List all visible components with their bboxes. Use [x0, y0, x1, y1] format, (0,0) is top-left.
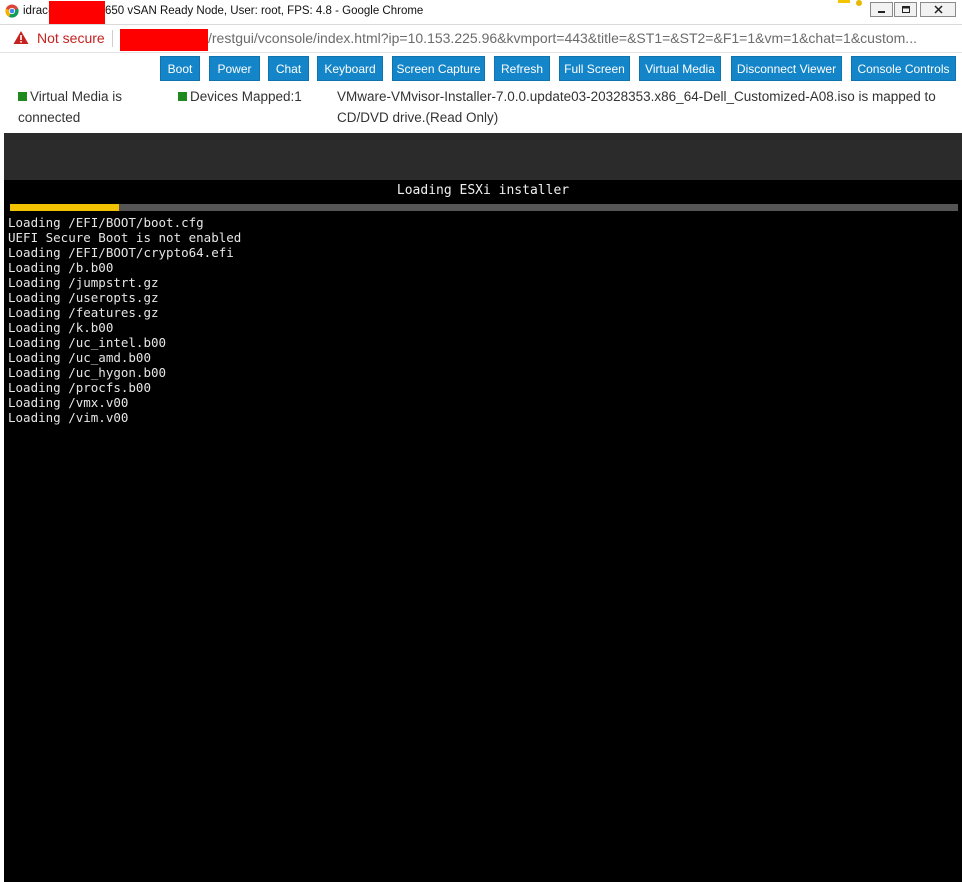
log-line: Loading /EFI/BOOT/boot.cfg: [8, 215, 204, 230]
status-indicator-icon: [18, 92, 27, 101]
console-screen[interactable]: Loading ESXi installer Loading /EFI/BOOT…: [4, 180, 962, 882]
address-bar[interactable]: Not secure /restgui/vconsole/index.html?…: [0, 25, 962, 53]
keyboard-button[interactable]: Keyboard: [317, 56, 383, 81]
console-controls-button[interactable]: Console Controls: [851, 56, 956, 81]
installer-heading: Loading ESXi installer: [396, 183, 570, 198]
window-title: 650 vSAN Ready Node, User: root, FPS: 4.…: [105, 5, 424, 17]
status-row: Virtual Media is connected Devices Mappe…: [0, 84, 962, 132]
log-line: Loading /uc_amd.b00: [8, 350, 151, 365]
power-button[interactable]: Power: [209, 56, 260, 81]
window-titlebar: idrac- 650 vSAN Ready Node, User: root, …: [0, 0, 962, 25]
restore-icon: [901, 6, 910, 13]
log-line: Loading /EFI/BOOT/crypto64.efi: [8, 245, 234, 260]
virtual-media-button[interactable]: Virtual Media: [639, 56, 721, 81]
minimize-button[interactable]: [870, 2, 893, 17]
url-text[interactable]: /restgui/vconsole/index.html?ip=10.153.2…: [208, 30, 917, 46]
virtual-media-status: Virtual Media is connected: [18, 86, 168, 128]
log-line: Loading /b.b00: [8, 260, 114, 275]
redaction-block: [49, 1, 105, 24]
close-button[interactable]: [920, 2, 956, 17]
status-indicator-icon: [178, 92, 187, 101]
log-line: Loading /uc_hygon.b00: [8, 365, 167, 380]
full-screen-button[interactable]: Full Screen: [559, 56, 630, 81]
viewer-toolbar: Boot Power Chat Keyboard Screen Capture …: [0, 56, 962, 84]
devices-mapped-text: Devices Mapped:1: [190, 89, 302, 104]
log-line: Loading /uc_intel.b00: [8, 335, 167, 350]
chrome-logo-icon: [5, 4, 19, 18]
log-line: Loading /jumpstrt.gz: [8, 275, 159, 290]
screen-capture-button[interactable]: Screen Capture: [392, 56, 485, 81]
log-line: Loading /vim.v00: [8, 410, 129, 425]
notification-dot: [856, 0, 862, 6]
log-line: UEFI Secure Boot is not enabled: [8, 230, 242, 245]
boot-log: Loading /EFI/BOOT/boot.cfg UEFI Secure Bo…: [8, 215, 241, 425]
minimize-icon: [878, 11, 885, 13]
log-line: Loading /features.gz: [8, 305, 159, 320]
log-line: Loading /procfs.b00: [8, 380, 151, 395]
refresh-button[interactable]: Refresh: [494, 56, 550, 81]
log-line: Loading /k.b00: [8, 320, 114, 335]
devices-mapped-status: Devices Mapped:1: [178, 86, 328, 107]
restore-button[interactable]: [894, 2, 917, 17]
security-status[interactable]: Not secure: [37, 30, 105, 46]
log-line: Loading /useropts.gz: [8, 290, 159, 305]
virtual-media-status-text: Virtual Media is connected: [18, 89, 123, 125]
loading-progress-bar: [10, 204, 958, 211]
disconnect-viewer-button[interactable]: Disconnect Viewer: [731, 56, 842, 81]
log-line: Loading /vmx.v00: [8, 395, 129, 410]
divider: [112, 30, 113, 47]
redaction-block: [120, 29, 208, 51]
close-icon: [933, 5, 943, 14]
warning-icon[interactable]: [13, 30, 29, 45]
console-header-band: [4, 133, 962, 180]
notification-marker: [838, 0, 850, 3]
mapped-media-info: VMware-VMvisor-Installer-7.0.0.update03-…: [337, 89, 936, 125]
chat-button[interactable]: Chat: [268, 56, 309, 81]
window-title-prefix: idrac-: [23, 5, 52, 17]
boot-button[interactable]: Boot: [160, 56, 200, 81]
loading-progress-fill: [10, 204, 120, 211]
